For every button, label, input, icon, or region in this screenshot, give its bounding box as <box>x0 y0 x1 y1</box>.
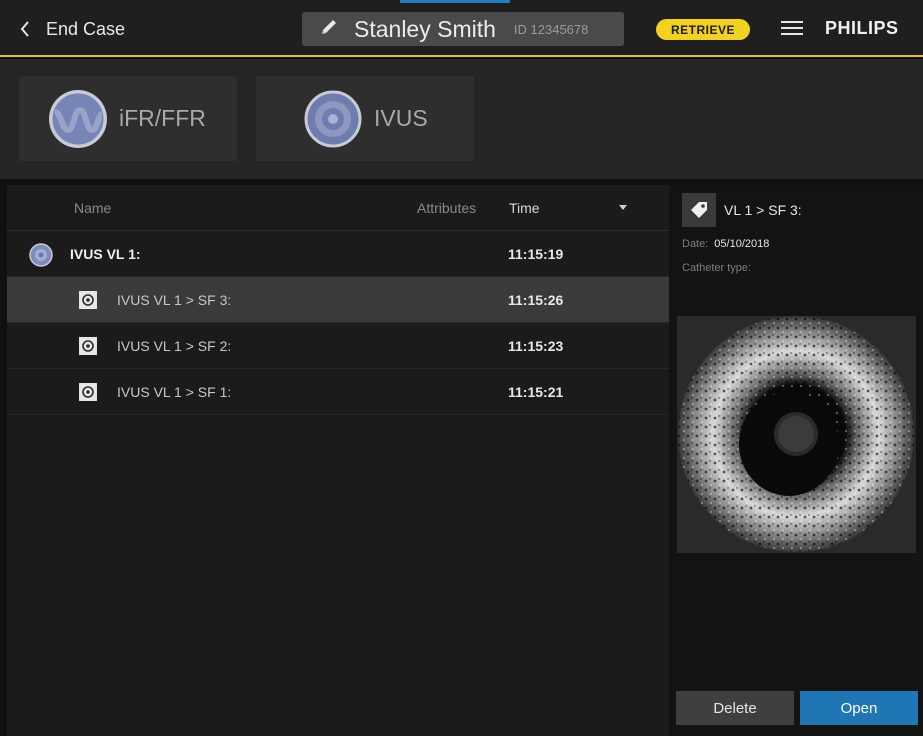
hamburger-menu-icon[interactable] <box>781 21 803 37</box>
row-time: 11:15:26 <box>508 292 564 308</box>
sort-desc-icon[interactable] <box>619 205 627 210</box>
ivus-disc-icon <box>29 243 53 272</box>
frame-icon <box>79 291 97 314</box>
open-button[interactable]: Open <box>800 691 918 725</box>
ivus-image-thumbnail[interactable] <box>677 316 916 553</box>
brand-logo: PHILIPS <box>825 18 899 38</box>
patient-id: ID 12345678 <box>513 21 589 37</box>
detail-panel: VL 1 > SF 3: Date: 05/10/2018 Catheter ty… <box>669 185 923 736</box>
list-header: Name Attributes Time <box>7 185 669 231</box>
row-name: IVUS VL 1: <box>70 246 141 262</box>
row-time: 11:15:21 <box>508 384 564 400</box>
frame-icon <box>79 383 97 406</box>
list-item[interactable]: IVUS VL 1 > SF 2: 11:15:23 <box>7 323 669 369</box>
pencil-icon <box>318 16 340 43</box>
modality-tile-ivus[interactable]: IVUS <box>256 76 474 161</box>
row-name: IVUS VL 1 > SF 3: <box>117 292 232 308</box>
tag-icon[interactable] <box>682 193 716 227</box>
row-time: 11:15:19 <box>508 246 564 262</box>
patient-field[interactable]: Stanley Smith ID 12345678 <box>302 12 624 46</box>
retrieve-button[interactable]: RETRIEVE <box>656 19 750 40</box>
recordings-list: Name Attributes Time IVUS VL 1: 11:15:19… <box>7 185 669 736</box>
end-case-label: End Case <box>46 18 126 39</box>
row-name: IVUS VL 1 > SF 2: <box>117 338 232 354</box>
modality-tile-ifr-ffr[interactable]: iFR/FFR <box>19 76 237 161</box>
active-indicator <box>400 0 510 3</box>
column-attributes[interactable]: Attributes <box>417 200 476 216</box>
column-name[interactable]: Name <box>74 200 111 216</box>
detail-title: VL 1 > SF 3: <box>724 202 802 218</box>
delete-button[interactable]: Delete <box>676 691 794 725</box>
list-item-selected[interactable]: IVUS VL 1 > SF 3: 11:15:26 <box>7 277 669 323</box>
list-item[interactable]: IVUS VL 1: 11:15:19 <box>7 231 669 277</box>
frame-icon <box>79 337 97 360</box>
chevron-left-icon <box>18 16 32 42</box>
ivus-ring-icon <box>304 90 362 148</box>
detail-catheter-type: Catheter type: <box>682 262 752 274</box>
app-header: End Case Stanley Smith ID 12345678 RETRI… <box>0 0 923 57</box>
column-time[interactable]: Time <box>509 200 540 216</box>
modality-label-ivus: IVUS <box>374 105 428 131</box>
detail-date: Date: 05/10/2018 <box>682 238 770 250</box>
row-time: 11:15:23 <box>508 338 564 354</box>
modality-strip: iFR/FFR IVUS <box>0 59 923 179</box>
end-case-button[interactable]: End Case <box>18 16 125 42</box>
list-item[interactable]: IVUS VL 1 > SF 1: 11:15:21 <box>7 369 669 415</box>
patient-name: Stanley Smith <box>354 15 496 42</box>
waveform-icon <box>49 89 107 148</box>
modality-label-ifr-ffr: iFR/FFR <box>119 105 206 131</box>
row-name: IVUS VL 1 > SF 1: <box>117 384 232 400</box>
